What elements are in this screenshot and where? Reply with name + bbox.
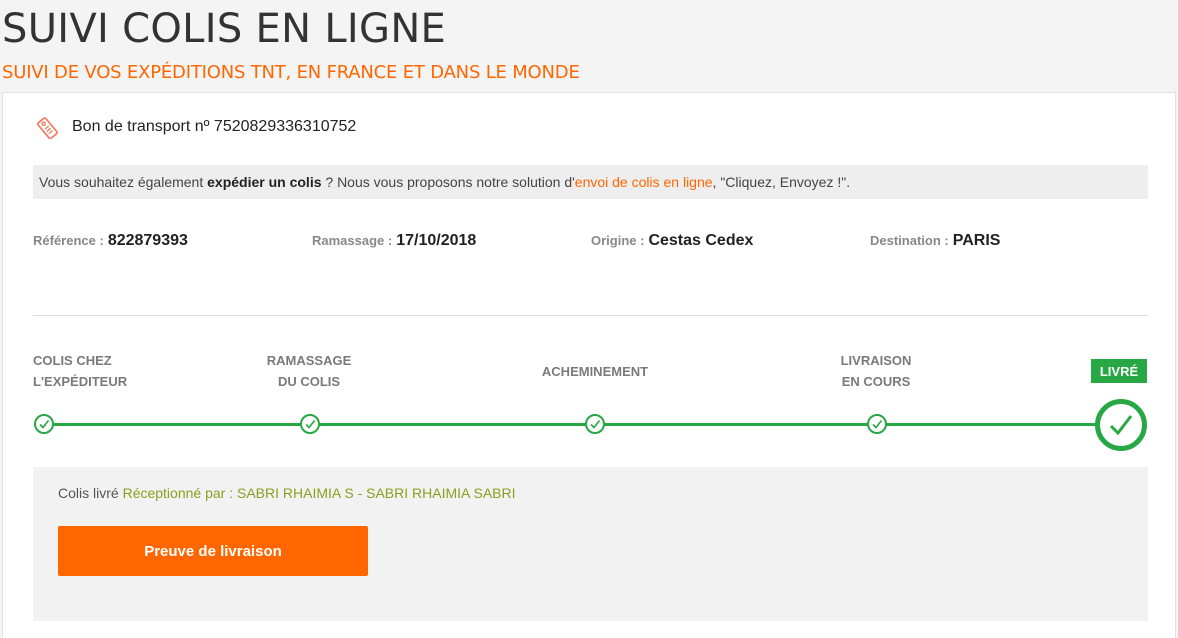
- meta-origin: Origine : Cestas Cedex: [591, 232, 753, 256]
- delivery-state: Colis livré: [58, 485, 119, 501]
- pickup-value: 17/10/2018: [396, 232, 477, 249]
- meta-reference: Référence : 822879393: [33, 232, 188, 256]
- progress-track: [45, 423, 1115, 426]
- promo-text-end: , "Cliquez, Envoyez !".: [712, 174, 851, 190]
- origin-label: Origine :: [591, 233, 645, 248]
- delivery-status-line: Colis livré Réceptionné par : SABRI RHAI…: [58, 485, 516, 501]
- step-2-check-icon: [300, 414, 320, 434]
- step-label-sender: COLIS CHEZ L'EXPÉDITEUR: [33, 350, 127, 392]
- origin-value: Cestas Cedex: [648, 232, 754, 249]
- step-label-pickup-line1: RAMASSAGE: [266, 353, 352, 368]
- step-label-delivered: LIVRÉ: [1091, 359, 1147, 383]
- reference-value: 822879393: [107, 232, 188, 249]
- step-label-pickup: RAMASSAGE DU COLIS: [253, 350, 365, 392]
- step-label-pickup-line2: DU COLIS: [277, 374, 341, 389]
- delivered-check-icon: [1095, 399, 1147, 451]
- promo-text-middle: ? Nous vous proposons notre solution d': [321, 174, 575, 190]
- destination-label: Destination :: [870, 233, 949, 248]
- promo-banner: Vous souhaitez également expédier un col…: [33, 165, 1148, 199]
- step-label-out-for-delivery-line2: EN COURS: [841, 374, 911, 389]
- tracking-card: Bon de transport nº 7520829336310752 Vou…: [2, 92, 1176, 638]
- step-label-transit: ACHEMINEMENT: [541, 364, 649, 379]
- page-subtitle: SUIVI DE VOS EXPÉDITIONS TNT, EN FRANCE …: [2, 62, 580, 83]
- step-1-check-icon: [34, 414, 54, 434]
- proof-of-delivery-button[interactable]: Preuve de livraison: [58, 526, 368, 576]
- promo-bold-text: expédier un colis: [207, 174, 322, 190]
- step-label-sender-line2: L'EXPÉDITEUR: [33, 374, 128, 389]
- destination-value: PARIS: [952, 232, 1001, 249]
- step-label-sender-line1: COLIS CHEZ: [33, 353, 112, 368]
- received-by: Réceptionné par : SABRI RHAIMIA S - SABR…: [122, 485, 516, 501]
- online-shipping-link[interactable]: envoi de colis en ligne: [575, 174, 713, 190]
- pickup-label: Ramassage :: [312, 233, 393, 248]
- waybill-header: Bon de transport nº 7520829336310752: [36, 115, 356, 139]
- step-3-check-icon: [585, 414, 605, 434]
- shipping-tag-icon: [36, 115, 62, 139]
- step-label-out-for-delivery-line1: LIVRAISON: [840, 353, 912, 368]
- reference-label: Référence :: [33, 233, 104, 248]
- promo-text-start: Vous souhaitez également: [39, 174, 208, 190]
- step-4-check-icon: [867, 414, 887, 434]
- waybill-number: Bon de transport nº 7520829336310752: [72, 118, 357, 135]
- meta-pickup: Ramassage : 17/10/2018: [312, 232, 476, 256]
- page-title: SUIVI COLIS EN LIGNE: [2, 6, 447, 52]
- step-label-out-for-delivery: LIVRAISON EN COURS: [825, 350, 927, 392]
- section-divider: [33, 315, 1148, 316]
- meta-destination: Destination : PARIS: [870, 232, 1000, 256]
- delivery-status-panel: Colis livré Réceptionné par : SABRI RHAI…: [33, 467, 1148, 621]
